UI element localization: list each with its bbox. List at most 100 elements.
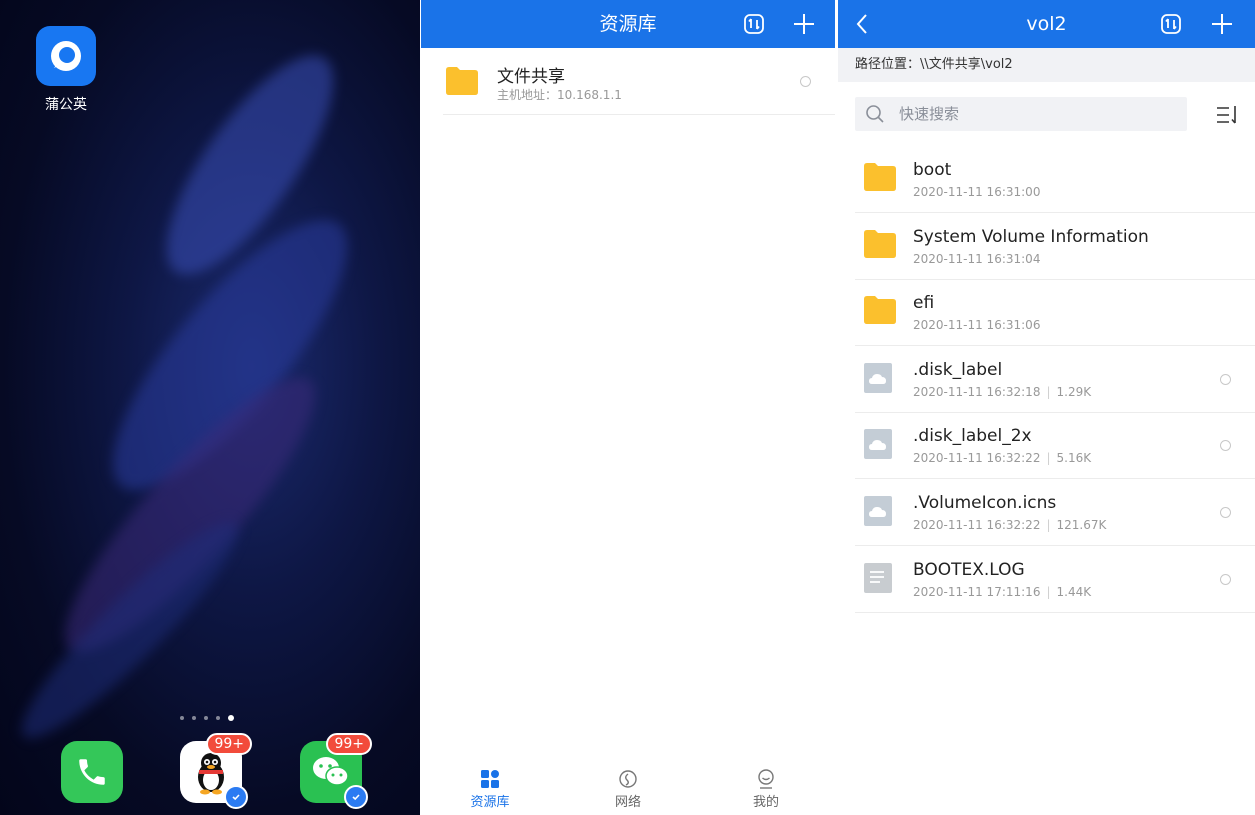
file-name: .disk_label <box>913 359 1003 380</box>
page-dot <box>192 716 196 720</box>
file-meta: 2020-11-11 16:32:22 | 121.67K <box>913 518 1106 532</box>
file-icon <box>864 496 892 526</box>
folder-icon <box>446 67 478 95</box>
folder-icon <box>864 229 896 258</box>
profile-icon <box>758 768 774 789</box>
search-input[interactable]: 快速搜索 <box>855 97 1187 131</box>
meta-divider: | <box>1046 518 1051 532</box>
wechat-bubbles-icon <box>313 757 349 786</box>
add-button[interactable] <box>1210 12 1234 36</box>
file-name: .VolumeIcon.icns <box>913 493 1057 513</box>
nav-label: 资源库 <box>470 794 510 810</box>
network-icon <box>619 769 637 788</box>
select-radio[interactable] <box>1220 573 1231 585</box>
library-item-name: 文件共享 <box>497 67 565 87</box>
sort-button[interactable] <box>1215 102 1241 128</box>
file-size: 121.67K <box>1056 518 1107 532</box>
page-dot <box>180 716 184 720</box>
file-meta: 2020-11-11 16:32:22 | 5.16K <box>913 451 1091 465</box>
file-name: efi <box>913 293 935 314</box>
top-bar: 资源库 <box>421 0 835 48</box>
library-screen: 资源库 文件共享 主机地址：10.168.1.1 资源库 网络 我的 <box>421 0 835 815</box>
search-placeholder: 快速搜索 <box>899 105 960 123</box>
file-date: 2020-11-11 16:32:18 <box>913 384 1041 399</box>
file-row[interactable]: System Volume Information 2020-11-11 16:3… <box>855 213 1255 280</box>
transfer-icon <box>1161 14 1181 34</box>
select-radio[interactable] <box>1220 440 1231 452</box>
notification-badge: 99+ <box>206 733 252 755</box>
library-item[interactable]: 文件共享 主机地址：10.168.1.1 <box>443 50 835 115</box>
page-dot-active <box>228 715 234 721</box>
search-icon <box>866 105 884 123</box>
nav-profile[interactable]: 我的 <box>697 763 835 815</box>
meta-divider: | <box>1046 584 1051 599</box>
plus-icon <box>1212 14 1232 34</box>
path-breadcrumb: 路径位置：\\文件共享\vol2 <box>838 48 1255 82</box>
phone-icon <box>79 759 105 785</box>
grid-icon <box>481 769 499 788</box>
plus-icon <box>794 14 814 34</box>
page-title: 资源库 <box>599 13 657 35</box>
file-row[interactable]: .disk_label_2x 2020-11-11 16:32:22 | 5.16K <box>855 412 1255 480</box>
sort-icon <box>1217 106 1236 124</box>
meta-divider: | <box>1046 384 1051 399</box>
page-title: vol2 <box>1026 13 1067 35</box>
page-dot <box>204 716 208 720</box>
notification-badge: 99+ <box>326 733 372 755</box>
file-name: System Volume Information <box>913 226 1149 247</box>
home-screen: 蒲公英 99+ 99+ <box>0 0 420 815</box>
transfer-icon <box>744 14 764 34</box>
file-row[interactable]: efi 2020-11-11 16:31:06 <box>855 279 1255 347</box>
page-dot <box>216 716 220 720</box>
file-date: 2020-11-11 17:11:16 <box>913 584 1041 599</box>
nav-network[interactable]: 网络 <box>559 763 697 815</box>
app-label: 蒲公英 <box>45 97 87 113</box>
file-size: 1.29K <box>1056 384 1092 399</box>
file-row[interactable]: .disk_label 2020-11-11 16:32:18 | 1.29K <box>855 346 1255 413</box>
file-meta: 2020-11-11 16:32:18 | 1.29K <box>913 385 1091 399</box>
file-name: boot <box>913 160 952 180</box>
pugongying-logo-icon <box>36 26 96 86</box>
file-date: 2020-11-11 16:32:22 <box>913 518 1041 532</box>
file-meta: 2020-11-11 16:31:06 <box>913 318 1040 332</box>
verified-shield-icon <box>344 785 368 809</box>
file-icon <box>864 429 892 460</box>
wechat-app[interactable]: 99+ <box>300 733 372 809</box>
qq-penguin-icon <box>198 753 224 795</box>
nav-label: 我的 <box>752 794 779 810</box>
page-indicator[interactable] <box>180 715 234 721</box>
file-row[interactable]: BOOTEX.LOG 2020-11-11 17:11:16 | 1.44K <box>855 546 1255 613</box>
file-date: 2020-11-11 16:31:06 <box>913 318 1041 333</box>
file-meta: 2020-11-11 16:31:00 <box>913 185 1040 199</box>
nav-library[interactable]: 资源库 <box>421 763 559 815</box>
file-size: 5.16K <box>1056 451 1092 466</box>
file-icon <box>864 362 892 393</box>
top-bar: vol2 <box>838 0 1255 48</box>
folder-icon <box>864 296 896 325</box>
file-meta: 2020-11-11 17:11:16 | 1.44K <box>913 585 1091 599</box>
file-date: 2020-11-11 16:31:04 <box>913 251 1041 266</box>
library-item-host: 主机地址：10.168.1.1 <box>497 88 622 102</box>
phone-app[interactable] <box>61 741 123 803</box>
select-radio[interactable] <box>1220 373 1231 385</box>
transfer-button[interactable] <box>1159 12 1183 36</box>
file-size: 1.44K <box>1056 584 1092 599</box>
text-file-icon <box>864 562 892 593</box>
transfer-button[interactable] <box>742 12 766 36</box>
folder-screen: vol2 路径位置：\\文件共享\vol2 快速搜索 boot 2020-11-1… <box>838 0 1255 815</box>
file-row[interactable]: .VolumeIcon.icns 2020-11-11 16:32:22 | 121.… <box>855 479 1255 546</box>
bottom-nav: 资源库 网络 我的 <box>421 763 835 815</box>
app-pugongying[interactable]: 蒲公英 <box>36 26 96 114</box>
file-meta: 2020-11-11 16:31:04 <box>913 252 1040 266</box>
select-radio[interactable] <box>1220 507 1231 518</box>
file-date: 2020-11-11 16:31:00 <box>913 185 1041 199</box>
file-date: 2020-11-11 16:32:22 <box>913 451 1041 466</box>
meta-divider: | <box>1046 451 1051 466</box>
qq-app[interactable]: 99+ <box>180 733 252 809</box>
file-row[interactable]: boot 2020-11-11 16:31:00 <box>855 146 1255 213</box>
file-name: BOOTEX.LOG <box>913 559 1025 580</box>
file-name: .disk_label_2x <box>913 426 1032 447</box>
verified-shield-icon <box>224 785 248 809</box>
select-radio[interactable] <box>800 76 811 87</box>
add-button[interactable] <box>792 12 816 36</box>
